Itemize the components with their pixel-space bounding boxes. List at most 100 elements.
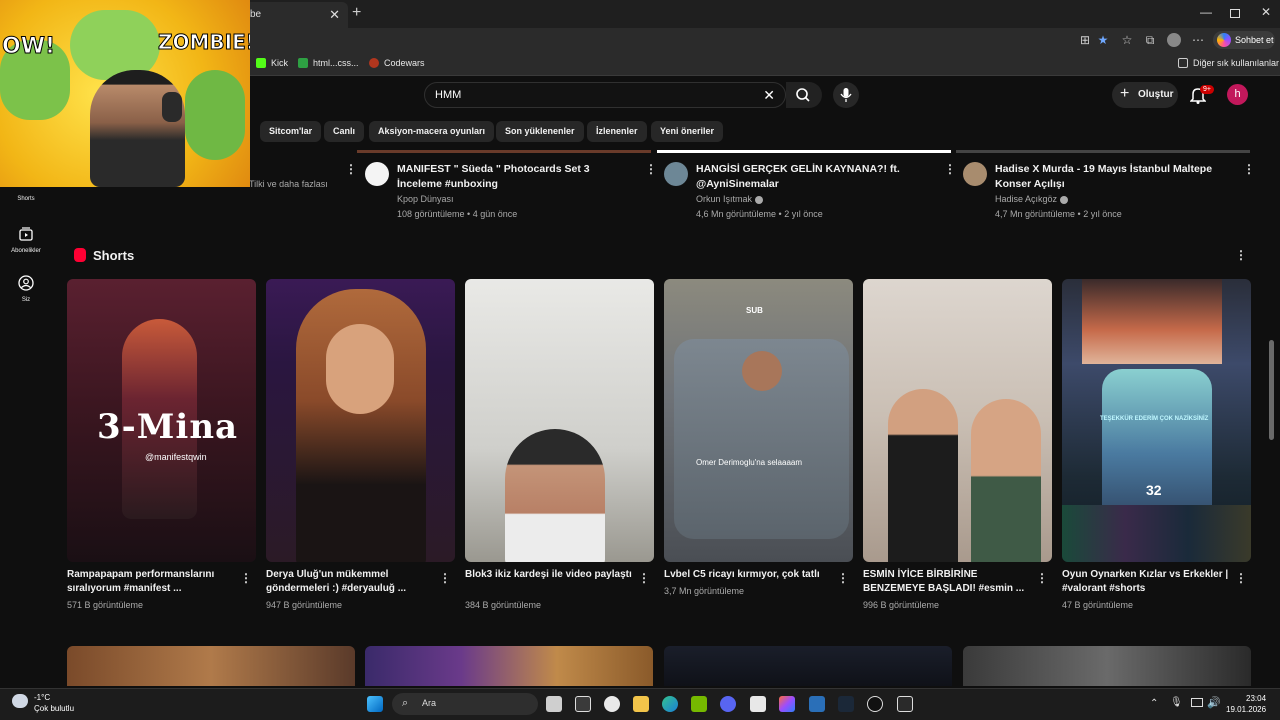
copilot-icon[interactable] — [779, 696, 795, 712]
chip-recently-uploaded[interactable]: Son yüklenenler — [496, 121, 584, 142]
chip-watched[interactable]: İzlenenler — [587, 121, 647, 142]
more-actions-icon[interactable]: ⋮ — [1243, 162, 1255, 176]
favorite-kick[interactable]: Kick — [256, 58, 288, 68]
video-title[interactable]: MANIFEST " Süeda " Photocards Set 3 İnce… — [397, 162, 637, 192]
search-button[interactable] — [786, 82, 822, 108]
short-thumbnail[interactable]: TEŞEKKÜR EDERİM ÇOK NAZİKSİNİZ 32 — [1062, 279, 1251, 562]
shorts-more-icon[interactable]: ⋮ — [1235, 248, 1247, 262]
short-title[interactable]: Oyun Oynarken Kızlar vs Erkekler | #valo… — [1062, 568, 1230, 596]
video-title[interactable]: HANGİSİ GERÇEK GELİN KAYNANA?! ft. @Ayni… — [696, 162, 936, 192]
video-thumbnail-edge[interactable] — [657, 150, 951, 153]
video-thumbnail-edge[interactable] — [956, 150, 1250, 153]
webcam-overlay: OW! ZOMBIE! — [0, 0, 250, 187]
short-thumbnail[interactable]: 3-Mina @manifestqwin — [67, 279, 256, 562]
new-tab-button[interactable]: + — [352, 4, 361, 22]
app-icon[interactable]: ⊞ — [1078, 33, 1092, 47]
minimize-icon[interactable]: — — [1200, 5, 1212, 19]
agent-portraits — [1062, 505, 1251, 562]
edge-icon[interactable] — [662, 696, 678, 712]
sidebar-item-shorts[interactable]: Shorts — [6, 196, 46, 202]
short-title[interactable]: Derya Uluğ'un mükemmel göndermeleri :) #… — [266, 568, 434, 596]
create-button[interactable]: + Oluştur — [1112, 82, 1178, 108]
short-thumbnail[interactable]: SUB Omer Derimoglu'na selaaaam — [664, 279, 853, 562]
short-thumbnail[interactable] — [465, 279, 654, 562]
search-input[interactable]: HMM ✕ — [424, 82, 786, 108]
page-scrollbar[interactable] — [1269, 340, 1274, 440]
shorts-logo-icon — [74, 248, 86, 262]
favorite-codewars[interactable]: Codewars — [369, 58, 425, 68]
copilot-chat-button[interactable]: Sohbet et — [1213, 31, 1275, 49]
video-thumbnail-edge[interactable] — [357, 150, 651, 153]
restore-icon[interactable] — [1230, 9, 1240, 18]
more-actions-icon[interactable]: ⋮ — [944, 162, 956, 176]
more-actions-icon[interactable]: ⋮ — [645, 162, 657, 176]
short-overlay-text: TEŞEKKÜR EDERİM ÇOK NAZİKSİNİZ — [1100, 416, 1209, 422]
clear-search-icon[interactable]: ✕ — [763, 87, 775, 104]
video-thumbnail[interactable] — [963, 646, 1251, 686]
windows-start-icon[interactable] — [367, 696, 383, 712]
weather-widget[interactable]: -1°C Çok bulutlu — [12, 692, 74, 714]
short-title[interactable]: Rampapapam performanslarını sıralıyorum … — [67, 568, 235, 596]
short-more-icon[interactable]: ⋮ — [240, 571, 252, 585]
sidebar-item-subscriptions[interactable]: Abonelikler — [6, 226, 46, 254]
chip-sitcoms[interactable]: Sitcom'lar — [260, 121, 322, 142]
favorites-icon[interactable]: ☆ — [1120, 33, 1134, 47]
volume-icon[interactable]: 🔊 — [1207, 696, 1221, 709]
channel-avatar[interactable] — [365, 162, 389, 186]
chip-action-adventure-games[interactable]: Aksiyon-macera oyunları — [369, 121, 495, 142]
obs-icon[interactable] — [867, 696, 883, 712]
epic-games-icon[interactable] — [897, 696, 913, 712]
video-channel[interactable]: Kpop Dünyası — [397, 194, 454, 204]
video-channel[interactable]: Orkun Işıtmak — [696, 194, 763, 204]
other-favorites[interactable]: Diğer sık kullanılanlar — [1178, 58, 1279, 68]
close-tab-icon[interactable]: ✕ — [329, 7, 340, 23]
video-channel[interactable]: Hadise Açıkgöz — [995, 194, 1068, 204]
task-view-icon[interactable] — [546, 696, 562, 712]
short-more-icon[interactable]: ⋮ — [1235, 571, 1247, 585]
app-icon[interactable] — [809, 696, 825, 712]
chip-live[interactable]: Canlı — [324, 121, 365, 142]
display-icon[interactable] — [1191, 698, 1203, 707]
short-more-icon[interactable]: ⋮ — [837, 571, 849, 585]
more-menu-icon[interactable]: ⋯ — [1191, 33, 1205, 47]
channel-avatar[interactable] — [664, 162, 688, 186]
taskbar-clock[interactable]: 23:04 19.01.2026 — [1226, 693, 1266, 715]
chip-new-suggestions[interactable]: Yeni öneriler — [651, 121, 724, 142]
short-more-icon[interactable]: ⋮ — [638, 571, 650, 585]
nvidia-icon[interactable] — [691, 696, 707, 712]
short-title[interactable]: Lvbel C5 ricayı kırmıyor, çok tatlı — [664, 568, 832, 582]
profile-icon[interactable] — [1167, 33, 1181, 47]
taskbar-search[interactable]: ⌕ Ara — [392, 693, 538, 715]
video-thumbnail[interactable] — [664, 646, 952, 686]
site-icon — [298, 58, 308, 68]
tray-chevron-icon[interactable]: ⌃ — [1150, 698, 1158, 709]
video-meta: 4,6 Mn görüntüleme • 2 yıl önce — [696, 209, 823, 219]
file-explorer-icon[interactable] — [633, 696, 649, 712]
sidebar-item-you[interactable]: Siz — [6, 275, 46, 303]
steam-icon[interactable] — [838, 696, 854, 712]
discord-icon[interactable] — [720, 696, 736, 712]
channel-avatar[interactable] — [963, 162, 987, 186]
chatgpt-icon[interactable] — [604, 696, 620, 712]
short-title[interactable]: ESMİN İYİCE BİRBİRİNE BENZEMEYE BAŞLADI!… — [863, 568, 1031, 596]
video-thumbnail[interactable] — [365, 646, 653, 686]
short-more-icon[interactable]: ⋮ — [439, 571, 451, 585]
user-avatar[interactable]: h — [1227, 84, 1248, 105]
app-icon[interactable] — [575, 696, 591, 712]
voice-search-button[interactable] — [833, 82, 859, 108]
browser-tab[interactable]: be ✕ — [240, 2, 348, 28]
star-filled-icon[interactable]: ★ — [1096, 33, 1110, 47]
close-window-icon[interactable]: ✕ — [1261, 5, 1271, 19]
favorite-html[interactable]: html...css... — [298, 58, 359, 68]
short-thumbnail[interactable] — [266, 279, 455, 562]
video-thumbnail[interactable] — [67, 646, 355, 686]
video-title[interactable]: Hadise X Murda - 19 Mayıs İstanbul Malte… — [995, 162, 1235, 192]
short-more-icon[interactable]: ⋮ — [1036, 571, 1048, 585]
extensions-icon[interactable]: ⧉ — [1143, 33, 1157, 47]
short-title[interactable]: Blok3 ikiz kardeşi ile video paylaştı — [465, 568, 633, 582]
short-overlay-handle: @manifestqwin — [145, 452, 207, 462]
app-icon[interactable] — [750, 696, 766, 712]
more-actions-icon[interactable]: ⋮ — [345, 162, 357, 176]
microphone-icon[interactable]: 🎙 — [1170, 697, 1183, 708]
short-thumbnail[interactable] — [863, 279, 1052, 562]
